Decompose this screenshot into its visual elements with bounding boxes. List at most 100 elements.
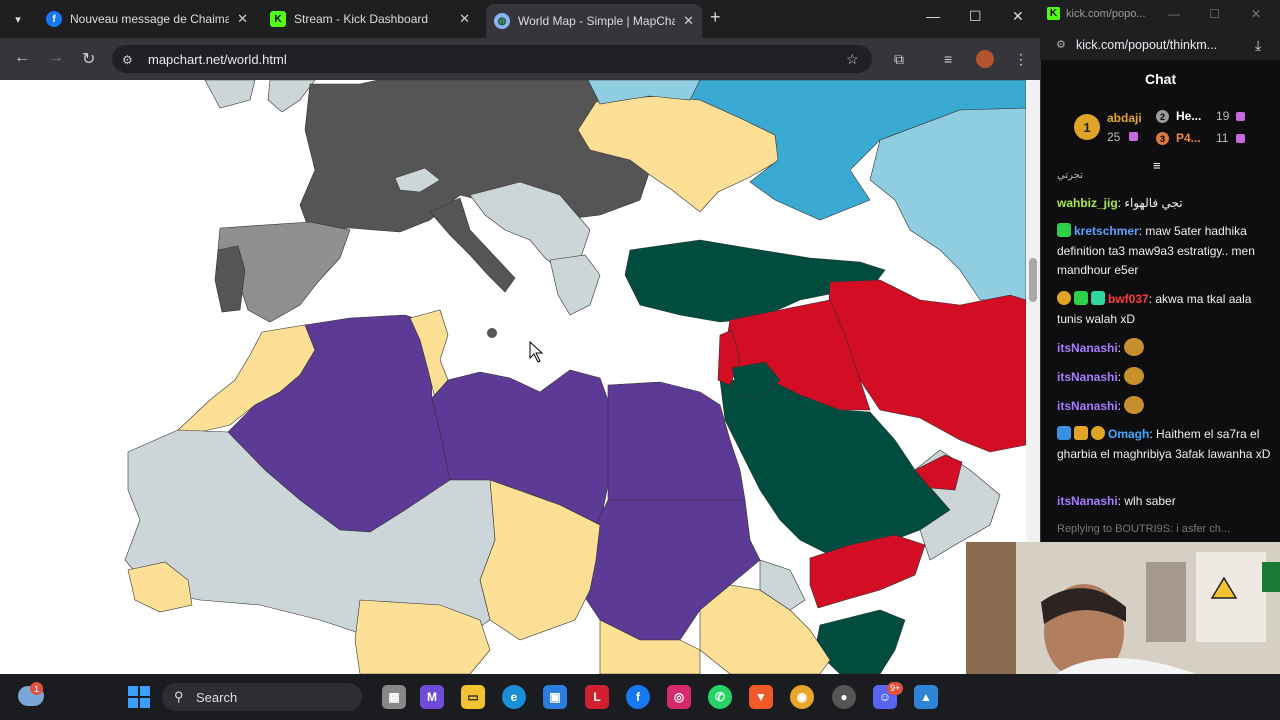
tab-mapchart[interactable]: ◍ World Map - Simple | MapChart ✕ bbox=[486, 4, 702, 38]
facebook-icon: f bbox=[46, 11, 62, 27]
chat-username[interactable]: itsNanashi bbox=[1057, 399, 1118, 413]
microsoft365-icon[interactable]: M bbox=[420, 685, 444, 709]
webcam-overlay bbox=[966, 542, 1280, 674]
chat-message: bwf037: akwa ma tkal aala tunis walah xD bbox=[1057, 291, 1252, 326]
close-icon[interactable]: ✕ bbox=[237, 11, 248, 27]
rank-badge-icon bbox=[1057, 291, 1071, 305]
chat-username[interactable]: itsNanashi bbox=[1057, 370, 1118, 384]
back-icon[interactable]: ← bbox=[14, 49, 30, 67]
chat-username[interactable]: itsNanashi bbox=[1057, 494, 1118, 508]
windows-logo-icon bbox=[128, 686, 138, 696]
scrollbar-thumb[interactable] bbox=[1029, 258, 1037, 302]
close-window-button[interactable]: ✕ bbox=[1251, 7, 1261, 21]
media-control-icon[interactable]: ≡ bbox=[944, 51, 952, 67]
weather-badge: 1 bbox=[30, 682, 43, 695]
gift-badge-icon bbox=[1091, 291, 1105, 305]
windows-logo-icon bbox=[140, 686, 150, 696]
url-text[interactable]: mapchart.net/world.html bbox=[148, 52, 287, 67]
task-view-icon[interactable]: ▦ bbox=[382, 685, 406, 709]
emote-icon bbox=[1124, 367, 1145, 385]
file-explorer-icon[interactable]: ▭ bbox=[461, 685, 485, 709]
whatsapp-icon[interactable]: ✆ bbox=[708, 685, 732, 709]
leader-count: 19 bbox=[1216, 109, 1230, 123]
crown-badge-icon bbox=[1074, 426, 1088, 440]
chat-message: itsNanashi: wlh saber bbox=[1057, 494, 1176, 508]
obs-icon[interactable]: ● bbox=[832, 685, 856, 709]
chat-username[interactable]: Omagh bbox=[1108, 427, 1149, 441]
reload-icon[interactable]: ↻ bbox=[82, 49, 95, 69]
search-icon: ⚲ bbox=[174, 689, 184, 704]
chat-message: itsNanashi: bbox=[1057, 367, 1272, 388]
gift-icon bbox=[1236, 112, 1245, 121]
windows-logo-icon bbox=[140, 698, 150, 708]
rank-badge-2: 2 bbox=[1156, 110, 1169, 123]
chat-username[interactable]: itsNanashi bbox=[1057, 341, 1118, 355]
message-text: تجرتي bbox=[1057, 170, 1083, 181]
maximize-button[interactable]: ☐ bbox=[969, 8, 982, 25]
world-map[interactable] bbox=[0, 80, 1026, 674]
close-icon[interactable]: ✕ bbox=[459, 11, 470, 27]
site-info-icon[interactable]: ⚙ bbox=[1056, 38, 1066, 51]
kick-icon: K bbox=[1047, 7, 1060, 20]
brave-icon[interactable]: ▼ bbox=[749, 685, 773, 709]
rank-badge-3: 3 bbox=[1156, 132, 1169, 145]
leader-name[interactable]: He... bbox=[1176, 109, 1201, 123]
leader-name[interactable]: abdaji bbox=[1107, 111, 1142, 125]
maximize-button[interactable]: ☐ bbox=[1209, 7, 1220, 21]
message-text: تجي فالهواء bbox=[1124, 196, 1183, 210]
minimize-button[interactable]: — bbox=[926, 8, 940, 24]
emote-icon bbox=[1124, 396, 1145, 414]
gift-icon bbox=[1129, 132, 1138, 141]
notification-badge: 9+ bbox=[887, 682, 904, 695]
leader-count: 25 bbox=[1107, 130, 1121, 144]
chat-message: itsNanashi: bbox=[1057, 338, 1272, 359]
chat-message: Omagh: Haithem el sa7ra el gharbia el ma… bbox=[1057, 426, 1271, 461]
close-icon[interactable]: ✕ bbox=[683, 13, 694, 29]
tab-bar: ▾ f Nouveau message de Chaima c ✕ K Stre… bbox=[0, 0, 1040, 38]
kick-icon: K bbox=[270, 11, 286, 27]
chat-username[interactable]: wahbiz_jig bbox=[1057, 196, 1118, 210]
chrome-icon[interactable]: ◉ bbox=[790, 685, 814, 709]
store-icon[interactable]: ▣ bbox=[543, 685, 567, 709]
message-text: Haithem el sa7ra el gharbia el maghribiy… bbox=[1057, 427, 1271, 461]
photos-icon[interactable]: ▲ bbox=[914, 685, 938, 709]
tab-title: World Map - Simple | MapChart bbox=[518, 14, 676, 28]
bookmark-star-icon[interactable]: ☆ bbox=[846, 51, 859, 68]
site-info-icon[interactable]: ⚙ bbox=[122, 53, 133, 67]
app-l-icon[interactable]: L bbox=[585, 685, 609, 709]
chat-message: تجرتي bbox=[1057, 166, 1272, 186]
download-icon[interactable]: ⤓ bbox=[1255, 37, 1261, 54]
tab-kick-dashboard[interactable]: K Stream - Kick Dashboard ✕ bbox=[262, 6, 478, 32]
subscriber-badge-icon bbox=[1074, 291, 1088, 305]
menu-icon[interactable]: ⋮ bbox=[1014, 51, 1028, 68]
tab-title: Stream - Kick Dashboard bbox=[294, 12, 429, 26]
close-window-button[interactable]: ✕ bbox=[1012, 8, 1024, 25]
gift-icon bbox=[1236, 134, 1245, 143]
chat-username[interactable]: bwf037 bbox=[1108, 292, 1149, 306]
globe-icon: ◍ bbox=[494, 13, 510, 29]
chat-url-text[interactable]: kick.com/popout/thinkm... bbox=[1076, 38, 1217, 52]
reply-preview[interactable]: Replying to BOUTRI9S: i asfer ch... bbox=[1057, 520, 1272, 540]
taskbar-search-box[interactable] bbox=[162, 683, 362, 711]
tab-facebook[interactable]: f Nouveau message de Chaima c ✕ bbox=[38, 6, 256, 32]
extensions-icon[interactable]: ⧉ bbox=[894, 51, 904, 68]
browser-window: ▾ f Nouveau message de Chaima c ✕ K Stre… bbox=[0, 0, 1040, 674]
instagram-icon[interactable]: ◎ bbox=[667, 685, 691, 709]
map-canvas[interactable] bbox=[0, 80, 1026, 674]
minimize-button[interactable]: — bbox=[1168, 7, 1180, 21]
chat-username[interactable]: kretschmer bbox=[1074, 224, 1139, 238]
profile-avatar[interactable] bbox=[976, 50, 994, 68]
tab-search-button[interactable]: ▾ bbox=[8, 9, 28, 29]
moderator-badge-icon bbox=[1057, 426, 1071, 440]
tab-title: Nouveau message de Chaima c bbox=[70, 12, 230, 26]
leader-name[interactable]: P4... bbox=[1176, 131, 1201, 145]
subscriber-badge-icon bbox=[1057, 223, 1071, 237]
new-tab-button[interactable]: + bbox=[710, 7, 721, 28]
webcam-image bbox=[966, 542, 1280, 674]
edge-icon[interactable]: e bbox=[502, 685, 526, 709]
facebook-icon[interactable]: f bbox=[626, 685, 650, 709]
malta-dot[interactable] bbox=[487, 328, 497, 338]
forward-icon[interactable]: → bbox=[48, 49, 64, 67]
chat-message: itsNanashi: bbox=[1057, 396, 1272, 417]
start-button[interactable] bbox=[128, 686, 150, 708]
